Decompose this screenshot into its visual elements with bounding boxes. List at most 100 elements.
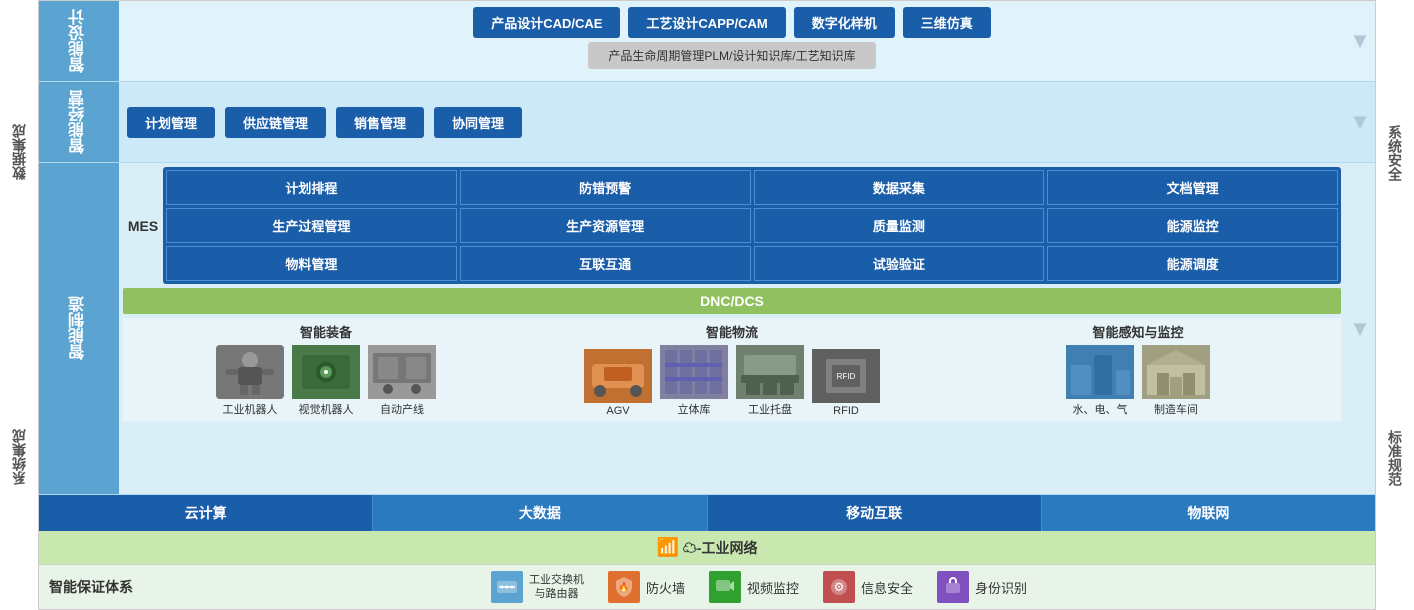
mes-cell-9: 互联互通 xyxy=(460,246,751,281)
info-security-label: 信息安全 xyxy=(861,578,913,597)
btn-sales-mgmt[interactable]: 销售管理 xyxy=(336,107,424,138)
guarantee-item-identity: 身份识别 xyxy=(937,571,1027,603)
equip-label-rfid: RFID xyxy=(833,405,859,417)
btn-plan-mgmt[interactable]: 计划管理 xyxy=(127,107,215,138)
guarantee-items: 工业交换机与路由器 🔥 防火墙 视频监控 ⚙ xyxy=(153,571,1365,603)
wifi-icon: 📶 xyxy=(657,537,679,557)
mfg-content: MES 计划排程 防错预警 数据采集 文档管理 生产过程管理 生产资源管理 质量… xyxy=(119,163,1345,494)
btn-capp-cam[interactable]: 工艺设计CAPP/CAM xyxy=(628,7,785,38)
equip-group-sensing: 智能感知与监控 xyxy=(935,322,1341,417)
row-guarantee: 智能保证体系 工业交换机与路由器 🔥 防火墙 xyxy=(39,564,1375,609)
identity-label: 身份识别 xyxy=(975,578,1027,597)
network-switch-icon xyxy=(491,571,523,603)
mfg-arrow: ▼ xyxy=(1345,163,1375,494)
btn-supply-chain[interactable]: 供应链管理 xyxy=(225,107,326,138)
rfid-img: RFID xyxy=(812,349,880,403)
row-design: 智能设计 产品设计CAD/CAE 工艺设计CAPP/CAM 数字化样机 三维仿真… xyxy=(39,1,1375,82)
main-wrapper: 数据集成 系统集成 智能设计 产品设计CAD/CAE 工艺设计CAPP/CAM … xyxy=(0,0,1414,610)
equip-item-robot: 工业机器人 xyxy=(216,345,284,417)
cloud-cell-1: 大数据 xyxy=(373,495,707,531)
equip-label-auto-line: 自动产线 xyxy=(380,401,424,417)
agv-img xyxy=(584,349,652,403)
design-bottom-row: 产品生命周期管理PLM/设计知识库/工艺知识库 xyxy=(127,42,1337,69)
equip-item-vision-robot: 视觉机器人 xyxy=(292,345,360,417)
factory-img xyxy=(1142,345,1210,399)
biz-label: 智能经营 xyxy=(39,82,119,162)
svg-text:🔥: 🔥 xyxy=(618,581,629,592)
biz-content: 计划管理 供应链管理 销售管理 协同管理 xyxy=(119,82,1345,162)
btn-3d-sim[interactable]: 三维仿真 xyxy=(903,7,991,38)
network-switch-label: 工业交换机与路由器 xyxy=(529,573,584,602)
equip-label-water: 水、电、气 xyxy=(1073,401,1128,417)
equip-group-title-1: 智能物流 xyxy=(706,322,758,341)
btn-collab-mgmt[interactable]: 协同管理 xyxy=(434,107,522,138)
right-label-system-security: 系统安全 xyxy=(1376,0,1414,305)
design-top-row: 产品设计CAD/CAE 工艺设计CAPP/CAM 数字化样机 三维仿真 xyxy=(127,7,1337,38)
design-content: 产品设计CAD/CAE 工艺设计CAPP/CAM 数字化样机 三维仿真 产品生命… xyxy=(119,1,1345,81)
mes-cell-0: 计划排程 xyxy=(166,170,457,205)
equip-item-water: 水、电、气 xyxy=(1066,345,1134,417)
mes-section: MES 计划排程 防错预警 数据采集 文档管理 生产过程管理 生产资源管理 质量… xyxy=(123,167,1341,284)
guarantee-item-firewall: 🔥 防火墙 xyxy=(608,571,685,603)
equip-item-auto-line: 自动产线 xyxy=(368,345,436,417)
design-label: 智能设计 xyxy=(39,1,119,81)
row-network: 📶 ☁-工业网络 xyxy=(39,531,1375,564)
left-label-system-integration: 系统集成 xyxy=(0,305,38,610)
btn-digital-prototype[interactable]: 数字化样机 xyxy=(794,7,895,38)
mes-cell-5: 生产资源管理 xyxy=(460,208,751,243)
mfg-label: 智能制造 xyxy=(39,163,119,494)
mes-cell-6: 质量监测 xyxy=(754,208,1045,243)
equip-item-pallet: 工业托盘 xyxy=(736,345,804,417)
guarantee-item-video: 视频监控 xyxy=(709,571,799,603)
cloud-cell-0: 云计算 xyxy=(39,495,373,531)
warehouse-img xyxy=(660,345,728,399)
mes-cell-2: 数据采集 xyxy=(754,170,1045,205)
video-monitor-icon xyxy=(709,571,741,603)
svg-text:⚙: ⚙ xyxy=(834,580,845,594)
robot-img xyxy=(216,345,284,399)
guarantee-item-security: ⚙ 信息安全 xyxy=(823,571,913,603)
guarantee-item-network: 工业交换机与路由器 xyxy=(491,571,584,603)
equip-label-robot: 工业机器人 xyxy=(223,401,278,417)
cloud-cell-3: 物联网 xyxy=(1042,495,1375,531)
auto-line-img xyxy=(368,345,436,399)
equip-item-agv: AGV xyxy=(584,349,652,417)
dnc-bar: DNC/DCS xyxy=(123,288,1341,314)
equip-group-title-0: 智能装备 xyxy=(300,322,352,341)
equip-label-vision-robot: 视觉机器人 xyxy=(299,401,354,417)
row-cloud: 云计算 大数据 移动互联 物联网 xyxy=(39,495,1375,531)
equip-label-pallet: 工业托盘 xyxy=(748,401,792,417)
equip-items-2: 水、电、气 xyxy=(1066,345,1210,417)
left-sidebar: 数据集成 系统集成 xyxy=(0,0,38,610)
equip-group-title-2: 智能感知与监控 xyxy=(1092,322,1183,341)
design-arrow: ▼ xyxy=(1345,1,1375,81)
mes-cell-7: 能源监控 xyxy=(1047,208,1338,243)
equip-item-rfid: RFID RFID xyxy=(812,349,880,417)
identity-icon xyxy=(937,571,969,603)
left-label-data-integration: 数据集成 xyxy=(0,0,38,305)
equip-item-warehouse: 立体库 xyxy=(660,345,728,417)
right-sidebar: 系统安全 标准规范 xyxy=(1376,0,1414,610)
btn-cad-cae[interactable]: 产品设计CAD/CAE xyxy=(473,7,620,38)
plm-bar: 产品生命周期管理PLM/设计知识库/工艺知识库 xyxy=(588,42,875,69)
row-mfg: 智能制造 MES 计划排程 防错预警 数据采集 文档管理 生产过程管理 生产资源… xyxy=(39,163,1375,495)
equip-label-agv: AGV xyxy=(606,405,629,417)
svg-text:RFID: RFID xyxy=(837,372,856,381)
equip-items-1: AGV xyxy=(584,345,880,417)
equip-group-logistics: 智能物流 xyxy=(529,322,935,417)
mes-cell-4: 生产过程管理 xyxy=(166,208,457,243)
mes-cell-8: 物料管理 xyxy=(166,246,457,281)
main-content: 智能设计 产品设计CAD/CAE 工艺设计CAPP/CAM 数字化样机 三维仿真… xyxy=(38,0,1376,610)
firewall-label: 防火墙 xyxy=(646,578,685,597)
equip-item-factory: 制造车间 xyxy=(1142,345,1210,417)
vision-robot-img xyxy=(292,345,360,399)
firewall-icon: 🔥 xyxy=(608,571,640,603)
info-security-icon: ⚙ xyxy=(823,571,855,603)
pallet-img xyxy=(736,345,804,399)
video-monitor-label: 视频监控 xyxy=(747,578,799,597)
guarantee-title: 智能保证体系 xyxy=(49,577,133,597)
mes-label: MES xyxy=(123,167,163,284)
equip-row: 智能装备 xyxy=(123,318,1341,421)
equip-items-0: 工业机器人 xyxy=(216,345,436,417)
equip-label-warehouse: 立体库 xyxy=(678,401,711,417)
